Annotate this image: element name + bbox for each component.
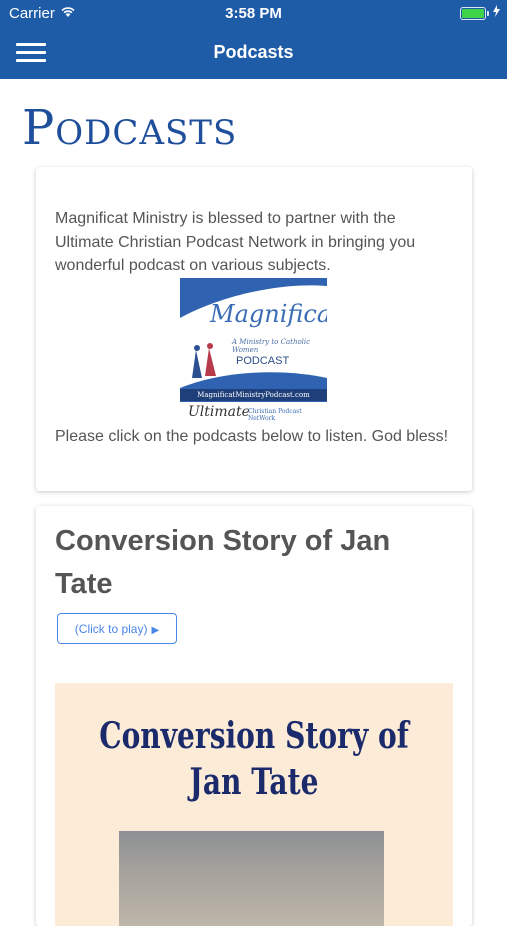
- episode-cover-image[interactable]: Conversion Story of Jan Tate: [55, 683, 453, 926]
- logo-subtitle: A Ministry to Catholic Women: [232, 338, 311, 354]
- podcast-logo-image: Magnificat A Ministry to Catholic Women …: [180, 278, 327, 423]
- logo-figures-icon: [192, 343, 216, 378]
- cover-title-line-2: Jan Tate: [189, 761, 319, 803]
- page-heading: Podcasts: [22, 100, 238, 156]
- episode-title: Conversion Story of Jan Tate: [55, 525, 391, 600]
- app-header: Carrier 3:58 PM Podcasts: [0, 0, 507, 79]
- play-button[interactable]: (Click to play) ▶: [57, 613, 177, 644]
- logo-podcast-label: PODCAST: [236, 355, 290, 367]
- play-button-label: (Click to play): [74, 622, 148, 636]
- logo-network: Christian Podcast NetWork: [248, 408, 302, 422]
- status-time: 3:58 PM: [225, 5, 282, 22]
- nav-bar: Podcasts: [0, 28, 507, 79]
- cover-title: Conversion Story of Jan Tate: [99, 713, 409, 805]
- play-triangle-icon: ▶: [151, 625, 160, 636]
- battery-icon: [460, 7, 489, 20]
- nav-title: Podcasts: [213, 42, 294, 62]
- charging-icon: [493, 4, 500, 21]
- logo-script-text: Magnificat: [210, 300, 327, 328]
- status-bar: Carrier 3:58 PM: [0, 0, 507, 28]
- intro-text: Magnificat Ministry is blessed to partne…: [55, 210, 416, 274]
- logo-ultimate: Ultimate: [188, 404, 250, 420]
- cover-title-line-1: Conversion Story of: [99, 715, 409, 757]
- intro-card: Magnificat Ministry is blessed to partne…: [36, 167, 472, 491]
- episode-card: Conversion Story of Jan Tate (Click to p…: [36, 506, 472, 926]
- intro-footer-text: Please click on the podcasts below to li…: [55, 428, 449, 445]
- cover-photo: [119, 831, 384, 926]
- logo-url: MagnificatMinistryPodcast.com: [180, 389, 327, 401]
